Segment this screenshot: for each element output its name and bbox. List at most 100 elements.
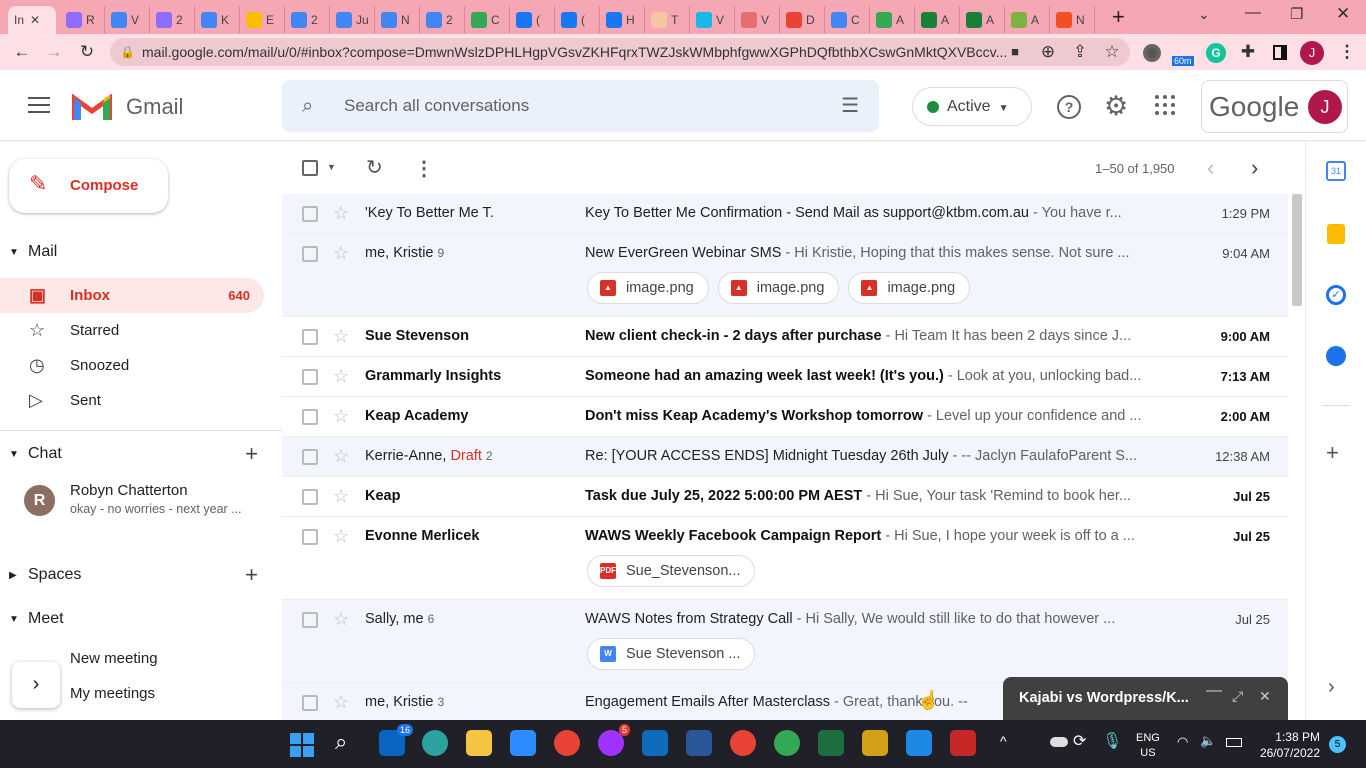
close-icon[interactable]: ✕ [1259, 688, 1271, 705]
browser-tab[interactable]: N [375, 6, 420, 34]
show-side-panel-icon[interactable]: › [1328, 676, 1335, 699]
row-checkbox[interactable] [302, 369, 318, 385]
more-options-icon[interactable]: ⋮ [414, 156, 434, 181]
status-dropdown[interactable]: Active ▼ [912, 87, 1032, 126]
show-hidden-icons[interactable]: ^ [1000, 733, 1007, 749]
browser-tab[interactable]: ( [510, 6, 555, 34]
scrollbar-thumb[interactable] [1292, 194, 1302, 306]
edge-icon[interactable] [422, 730, 448, 756]
share-icon[interactable]: ⇪ [1068, 40, 1092, 64]
attachment-chip[interactable]: PDF Sue_Stevenson... [587, 555, 756, 587]
browser-tab[interactable]: In ✕ [8, 6, 56, 34]
volume-icon[interactable]: 🔈 [1200, 733, 1216, 749]
outlook-icon[interactable] [642, 730, 668, 756]
prev-page-icon[interactable]: ‹ [1207, 155, 1214, 181]
spaces-section[interactable]: ▶ Spaces + [0, 562, 270, 587]
back-icon[interactable]: ← [10, 40, 34, 64]
close-tab-icon[interactable]: ✕ [30, 13, 40, 27]
battery-icon[interactable] [1226, 738, 1242, 747]
contacts-icon[interactable] [1326, 346, 1346, 366]
tasks-icon[interactable]: ✓ [1326, 285, 1346, 305]
file-explorer-icon[interactable] [466, 730, 492, 756]
email-row[interactable]: ☆ 'Key To Better Me T. Key To Better Me Co… [282, 194, 1288, 234]
row-checkbox[interactable] [302, 206, 318, 222]
notification-badge[interactable]: 5 [1329, 736, 1346, 753]
browser-tab[interactable]: A [1005, 6, 1050, 34]
minimize-icon[interactable]: — [1206, 682, 1222, 700]
windows-start-icon[interactable] [290, 733, 314, 757]
star-icon[interactable]: ☆ [333, 526, 349, 547]
my-meetings-link[interactable]: My meetings [70, 685, 155, 702]
google-account-button[interactable]: Google J [1201, 80, 1348, 133]
new-chat-plus-icon[interactable]: + [245, 441, 258, 467]
mail-section[interactable]: ▼ Mail [0, 243, 270, 261]
browser-tab[interactable]: Ju [330, 6, 375, 34]
browser-tab[interactable]: C [465, 6, 510, 34]
keep-icon[interactable] [1327, 224, 1345, 244]
star-icon[interactable]: ☆ [333, 366, 349, 387]
browser-tab[interactable]: 2 [150, 6, 195, 34]
search-taskbar-icon[interactable]: ⌕ [335, 729, 347, 755]
language-indicator[interactable]: ENG US [1136, 731, 1160, 761]
meet-section[interactable]: ▼ Meet [0, 610, 270, 628]
chrome-icon[interactable] [554, 730, 580, 756]
star-icon[interactable]: ☆ [333, 406, 349, 427]
restore-button[interactable]: ❐ [1290, 5, 1303, 23]
browser-tab[interactable]: ( [555, 6, 600, 34]
menu-kebab-icon[interactable]: ⋮ [1335, 40, 1359, 64]
new-meeting-link[interactable]: New meeting [70, 650, 158, 667]
browser-tab[interactable]: A [960, 6, 1005, 34]
browser-tab[interactable]: V [735, 6, 780, 34]
browser-tab[interactable]: H [600, 6, 645, 34]
browser-tab[interactable]: V [690, 6, 735, 34]
row-checkbox[interactable] [302, 409, 318, 425]
star-icon[interactable]: ☆ [333, 609, 349, 630]
compose-window-minimized[interactable]: Kajabi vs Wordpress/K... — ⤢ ✕ [1003, 677, 1288, 720]
browser-tab[interactable]: K [195, 6, 240, 34]
browser-tab[interactable]: T [645, 6, 690, 34]
minimize-button[interactable]: — [1245, 4, 1261, 22]
browser-tab[interactable]: D [780, 6, 825, 34]
camera-icon[interactable]: ■ [1003, 40, 1027, 64]
mail-app-icon[interactable]: 16 [379, 724, 413, 756]
star-icon[interactable]: ☆ [333, 446, 349, 467]
browser-tab[interactable]: 2 [285, 6, 330, 34]
browser-tab[interactable]: A [870, 6, 915, 34]
star-icon[interactable]: ☆ [333, 203, 349, 224]
contact-name[interactable]: Robyn Chatterton [70, 482, 188, 499]
search-input[interactable]: ⌕ Search all conversations ☰ [282, 80, 879, 132]
next-page-icon[interactable]: › [1251, 155, 1258, 181]
word-icon[interactable] [686, 730, 712, 756]
email-row[interactable]: ☆ me, Kristie 9 New EverGreen Webinar SMS -… [282, 234, 1288, 317]
wifi-icon[interactable]: ◠ [1177, 734, 1188, 750]
grammarly-icon[interactable]: G [1206, 43, 1226, 63]
fullscreen-icon[interactable]: ⤢ [1232, 688, 1243, 705]
email-row[interactable]: ☆ Keap Task due July 25, 2022 5:00:00 PM A… [282, 477, 1288, 517]
close-window-button[interactable]: ✕ [1336, 4, 1350, 24]
timer-extension-icon[interactable]: 60m [1172, 42, 1198, 66]
clock[interactable]: 1:38 PM 26/07/2022 [1250, 729, 1320, 761]
search-icon[interactable]: ⌕ [302, 80, 313, 132]
reload-icon[interactable]: ↻ [75, 40, 99, 64]
email-row[interactable]: ☆ Grammarly Insights Someone had an amazin… [282, 357, 1288, 397]
bookmark-star-icon[interactable]: ☆ [1100, 40, 1124, 64]
email-row[interactable]: ☆ Sue Stevenson New client check-in - 2 da… [282, 317, 1288, 357]
main-menu-icon[interactable] [28, 97, 50, 113]
browser-tab[interactable]: 2 [420, 6, 465, 34]
attachment-chip[interactable]: ▲ image.png [587, 272, 709, 304]
browser-tab[interactable]: V [105, 6, 150, 34]
media-icon[interactable] [906, 730, 932, 756]
chrome-profile-icon[interactable] [730, 730, 756, 756]
star-icon[interactable]: ☆ [333, 692, 349, 713]
help-icon[interactable]: ? [1057, 95, 1081, 119]
messenger-icon[interactable]: 5 [598, 724, 630, 756]
browser-tab[interactable]: N [1050, 6, 1095, 34]
chat-section[interactable]: ▼ Chat + [0, 441, 270, 466]
microphone-icon[interactable]: 🎙 [1102, 731, 1122, 751]
compose-button[interactable]: ✎ Compose [9, 159, 168, 213]
sync-icon[interactable]: ⟳ [1073, 731, 1086, 751]
tab-search-icon[interactable]: ⌄ [1198, 6, 1210, 23]
contact-avatar[interactable]: R [24, 485, 55, 516]
row-checkbox[interactable] [302, 489, 318, 505]
app-icon[interactable] [862, 730, 888, 756]
